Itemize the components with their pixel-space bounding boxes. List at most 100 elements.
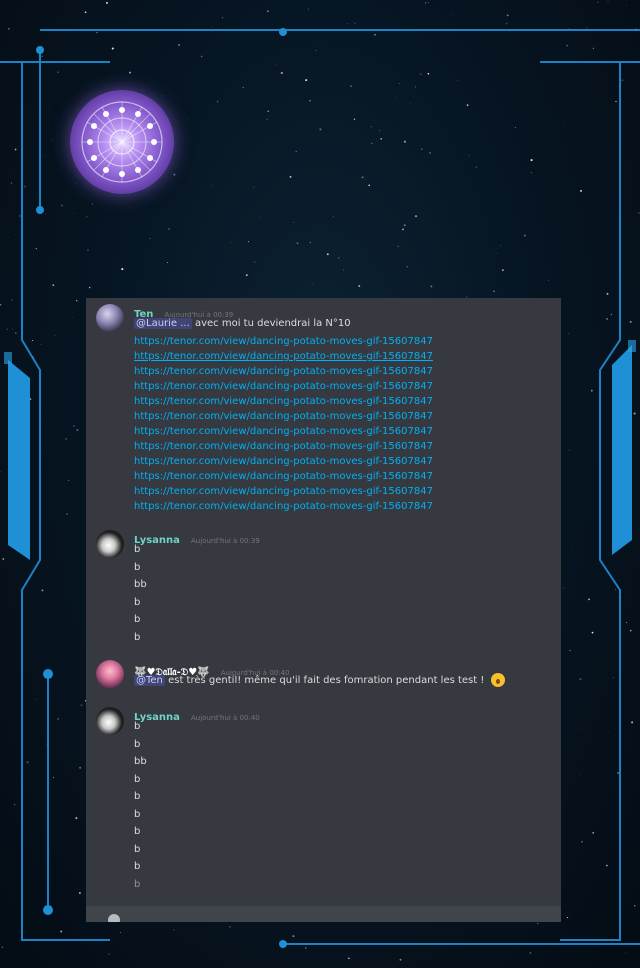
star [166, 262, 168, 264]
avatar-dalla[interactable] [96, 660, 124, 688]
star [41, 55, 43, 57]
star [2, 558, 5, 560]
star [0, 303, 2, 306]
star [493, 290, 495, 293]
star [568, 28, 570, 30]
star [40, 343, 42, 345]
star [79, 892, 81, 894]
star [267, 10, 269, 12]
link[interactable]: https://tenor.com/view/dancing-potato-mo… [134, 349, 433, 364]
star [354, 22, 356, 24]
avatar-lysanna[interactable] [96, 530, 124, 558]
star [607, 1, 609, 3]
message-line: bb [134, 579, 147, 590]
star [0, 470, 1, 473]
link[interactable]: https://tenor.com/view/dancing-potato-mo… [134, 424, 433, 439]
star [606, 292, 609, 295]
star [80, 704, 83, 707]
star [629, 629, 632, 632]
message-text-line: @Ten est très gentil! même qu'il fait de… [134, 673, 505, 688]
star [579, 774, 581, 776]
link[interactable]: https://tenor.com/view/dancing-potato-mo… [134, 334, 433, 349]
star [597, 1, 599, 3]
star [588, 598, 590, 601]
message-line: b [134, 791, 141, 802]
message-content: @Ten est très gentil! même qu'il fait de… [134, 673, 505, 688]
star [304, 946, 307, 950]
avatar-ten[interactable] [96, 304, 124, 332]
star [16, 465, 19, 468]
link[interactable]: https://tenor.com/view/dancing-potato-mo… [134, 394, 433, 409]
star [361, 176, 364, 179]
star [631, 721, 634, 724]
star [57, 71, 59, 74]
star [45, 214, 46, 216]
message-text-line: @Laurie ... avec moi tu deviendrai la N°… [134, 316, 433, 331]
star [178, 44, 180, 46]
link[interactable]: https://tenor.com/view/dancing-potato-mo… [134, 499, 433, 514]
star [617, 772, 620, 775]
star [60, 204, 63, 207]
star [410, 103, 412, 105]
link[interactable]: https://tenor.com/view/dancing-potato-mo… [134, 439, 433, 454]
star [427, 2, 429, 4]
star [397, 245, 399, 247]
star [230, 242, 232, 244]
star [425, 2, 427, 4]
star [414, 215, 418, 218]
message-text: avec moi tu deviendrai la N°10 [194, 318, 351, 329]
star [399, 958, 402, 961]
star [581, 841, 583, 843]
star [624, 951, 626, 953]
link[interactable]: https://tenor.com/view/dancing-potato-mo… [134, 454, 433, 469]
user-mention[interactable]: @Ten [134, 675, 165, 686]
star [505, 131, 507, 133]
message-line: b [134, 878, 141, 890]
star [129, 71, 131, 74]
star [32, 339, 34, 342]
star [403, 224, 406, 227]
star [73, 212, 74, 214]
star [629, 320, 632, 323]
star [84, 11, 87, 14]
message-content: @Laurie ... avec moi tu deviendrai la N°… [134, 316, 433, 514]
star [280, 71, 283, 75]
avatar-lysanna[interactable] [96, 707, 124, 735]
star [502, 269, 504, 271]
star [49, 852, 50, 854]
add-attachment-icon[interactable] [108, 914, 120, 922]
star [86, 216, 88, 218]
link[interactable]: https://tenor.com/view/dancing-potato-mo… [134, 379, 433, 394]
star [353, 118, 356, 121]
star [111, 47, 114, 50]
star [343, 269, 345, 271]
star [380, 137, 383, 140]
hushed-face-emoji [490, 673, 505, 687]
star [338, 257, 340, 259]
star [289, 175, 292, 178]
user-mention[interactable]: @Laurie ... [134, 318, 192, 329]
star [333, 216, 334, 217]
star [149, 237, 151, 240]
star [606, 864, 608, 867]
star [468, 154, 470, 156]
link[interactable]: https://tenor.com/view/dancing-potato-mo… [134, 469, 433, 484]
star [15, 332, 17, 334]
star [292, 935, 295, 938]
message-line: b [134, 631, 141, 643]
star [57, 718, 60, 720]
star [420, 148, 423, 151]
message-input-bar[interactable] [86, 906, 561, 922]
star [242, 86, 244, 89]
star [29, 398, 32, 400]
message-header: Lysanna Aujourd'hui à 00:40 [134, 705, 260, 723]
star [32, 356, 34, 358]
star [457, 80, 459, 81]
link[interactable]: https://tenor.com/view/dancing-potato-mo… [134, 364, 433, 379]
link[interactable]: https://tenor.com/view/dancing-potato-mo… [134, 409, 433, 424]
link[interactable]: https://tenor.com/view/dancing-potato-mo… [134, 484, 433, 499]
star [350, 85, 352, 87]
star [633, 412, 636, 415]
star [358, 285, 361, 287]
star [14, 148, 17, 151]
